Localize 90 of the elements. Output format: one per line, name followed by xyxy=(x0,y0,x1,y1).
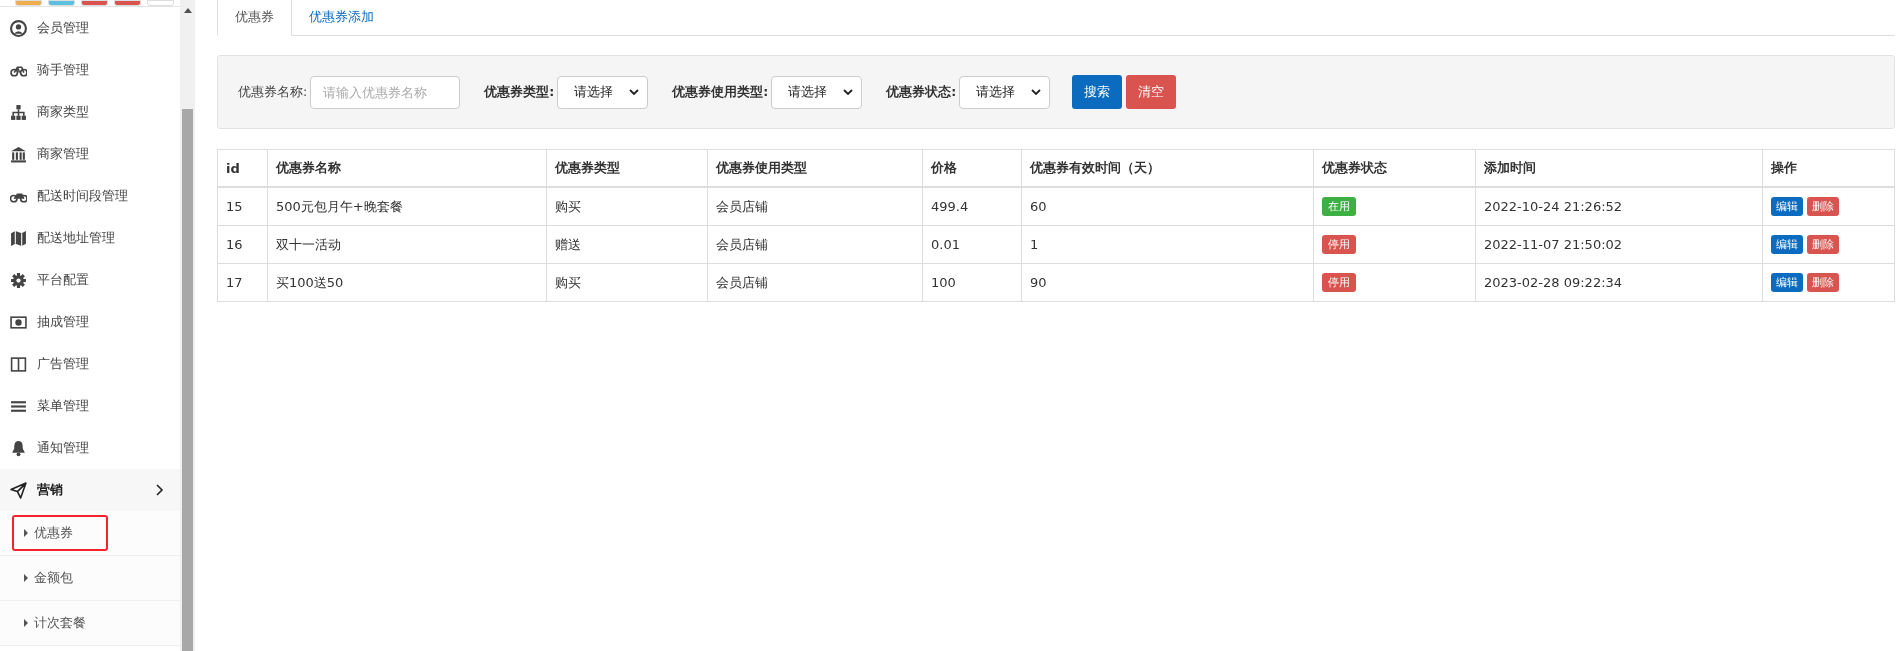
menu-item[interactable]: 会员管理 xyxy=(0,7,180,49)
menu-item[interactable]: 商家管理 xyxy=(0,133,180,175)
table-cell: 购买 xyxy=(546,263,708,302)
field-label: 优惠券状态: xyxy=(886,83,957,101)
table-cell: 购买 xyxy=(546,187,708,226)
toolbar-button[interactable] xyxy=(147,0,174,6)
search-button[interactable]: 搜索 xyxy=(1072,75,1123,109)
column-header: 优惠券状态 xyxy=(1313,149,1476,187)
banknote-icon xyxy=(10,313,27,331)
table-cell: 500元包月午+晚套餐 xyxy=(267,187,547,226)
field-label: 优惠券类型: xyxy=(484,83,555,101)
dropdown[interactable]: 请选择 xyxy=(959,75,1051,109)
menu-item[interactable]: 配送地址管理 xyxy=(0,217,180,259)
menu-item[interactable]: 商家类型 xyxy=(0,91,180,133)
field-label: 优惠券使用类型: xyxy=(672,83,769,101)
chevron-down-icon xyxy=(629,89,640,95)
status-badge: 停用 xyxy=(1322,273,1356,292)
status-badge: 停用 xyxy=(1322,235,1356,254)
status-badge: 在用 xyxy=(1322,197,1356,216)
scroll-up-icon[interactable] xyxy=(183,8,192,13)
table-cell: 买100送50 xyxy=(267,263,547,302)
toolbar-button[interactable] xyxy=(15,0,42,6)
menu-item[interactable]: 抽成管理 xyxy=(0,301,180,343)
clear-button[interactable]: 清空 xyxy=(1126,75,1177,109)
menu-item[interactable]: 通知管理 xyxy=(0,427,180,469)
column-header: 操作 xyxy=(1762,149,1895,187)
table-cell: 会员店铺 xyxy=(707,263,923,302)
scrollbar-thumb[interactable] xyxy=(182,109,193,651)
toolbar-button[interactable] xyxy=(48,0,75,6)
gear-icon xyxy=(10,271,27,289)
menu-item[interactable]: 平台配置 xyxy=(0,259,180,301)
sitemap-icon xyxy=(10,103,27,121)
caret-icon xyxy=(24,619,28,627)
table-cell: 会员店铺 xyxy=(707,187,923,226)
menu-item[interactable]: 营销 xyxy=(0,469,180,511)
chevron-down-icon xyxy=(843,89,854,95)
submenu-item[interactable]: 优惠券 xyxy=(12,515,108,551)
edit-button[interactable]: 编辑 xyxy=(1771,273,1803,292)
delete-button[interactable]: 删除 xyxy=(1807,273,1839,292)
table-cell: 90 xyxy=(1021,263,1314,302)
table-cell: 16 xyxy=(217,225,268,264)
menu-item[interactable]: 骑手管理 xyxy=(0,49,180,91)
map-icon xyxy=(10,229,27,247)
column-header: 优惠券类型 xyxy=(546,149,708,187)
bell-icon xyxy=(10,439,27,457)
table-cell: 100 xyxy=(922,263,1022,302)
table-cell: 赠送 xyxy=(546,225,708,264)
table-cell: 60 xyxy=(1021,187,1314,226)
column-header: id xyxy=(217,149,268,187)
column-header: 优惠券使用类型 xyxy=(707,149,923,187)
dropdown[interactable]: 请选择 xyxy=(771,75,863,109)
toolbar-button[interactable] xyxy=(114,0,141,6)
table-cell: 499.4 xyxy=(922,187,1022,226)
caret-icon xyxy=(24,574,28,582)
table-cell: 15 xyxy=(217,187,268,226)
column-header: 优惠券名称 xyxy=(267,149,547,187)
caret-icon xyxy=(24,529,28,537)
column-header: 价格 xyxy=(922,149,1022,187)
table-cell: 1 xyxy=(1021,225,1314,264)
table-cell: 会员店铺 xyxy=(707,225,923,264)
chevron-icon xyxy=(156,484,164,496)
column-header: 添加时间 xyxy=(1475,149,1763,187)
table-cell: 双十一活动 xyxy=(267,225,547,264)
menu-item[interactable]: 配送时间段管理 xyxy=(0,175,180,217)
tab[interactable]: 优惠券添加 xyxy=(292,0,391,35)
table-cell: 2023-02-28 09:22:34 xyxy=(1475,263,1763,302)
field-label: 优惠券名称: xyxy=(238,83,308,101)
edit-button[interactable]: 编辑 xyxy=(1771,197,1803,216)
name-input[interactable]: 请输入优惠券名称 xyxy=(310,75,461,109)
delete-button[interactable]: 删除 xyxy=(1807,197,1839,216)
toolbar-button[interactable] xyxy=(81,0,108,6)
submenu-item[interactable]: 计次套餐 xyxy=(12,605,108,641)
tab[interactable]: 优惠券 xyxy=(217,0,292,36)
user-icon xyxy=(10,19,27,37)
menu-item[interactable]: 菜单管理 xyxy=(0,385,180,427)
submenu-item[interactable]: 金额包 xyxy=(12,560,108,596)
bank-icon xyxy=(10,145,27,163)
table-cell: 0.01 xyxy=(922,225,1022,264)
menu-item[interactable]: 广告管理 xyxy=(0,343,180,385)
paper-plane-icon xyxy=(10,481,27,499)
edit-button[interactable]: 编辑 xyxy=(1771,235,1803,254)
table-cell: 2022-10-24 21:26:52 xyxy=(1475,187,1763,226)
table-cell: 17 xyxy=(217,263,268,302)
table-cell: 2022-11-07 21:50:02 xyxy=(1475,225,1763,264)
delete-button[interactable]: 删除 xyxy=(1807,235,1839,254)
columns-icon xyxy=(10,355,27,373)
dropdown[interactable]: 请选择 xyxy=(557,75,649,109)
scrollbar[interactable] xyxy=(180,0,195,651)
chevron-down-icon xyxy=(1031,89,1042,95)
column-header: 优惠券有效时间（天） xyxy=(1021,149,1314,187)
